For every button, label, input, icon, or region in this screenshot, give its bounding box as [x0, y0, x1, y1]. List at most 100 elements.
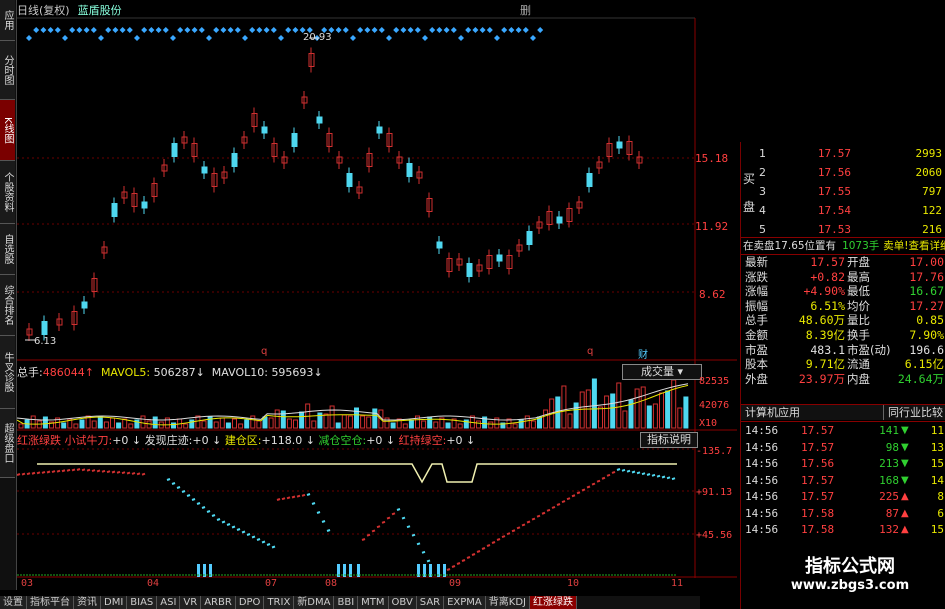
signal-diamond [69, 27, 76, 33]
nav-1[interactable]: 分时图 [0, 41, 15, 100]
kline-chart[interactable] [17, 0, 739, 594]
tick-row: 14:56 17.57 141 ▼ 11 [741, 423, 945, 439]
tab-2[interactable]: 资讯 [74, 596, 101, 609]
quote-value: 24.64万 [897, 371, 944, 386]
tab-9[interactable]: TRIX [264, 596, 295, 609]
signal-diamond [393, 27, 400, 33]
indicator-dash [26, 472, 31, 476]
order-row[interactable]: 4 17.54 122 [741, 201, 945, 220]
nav-6[interactable]: 牛叉诊股 [0, 336, 15, 409]
indicator-item-label: 红持绿空: [398, 434, 447, 447]
industry-link[interactable]: 计算机应用 [745, 405, 800, 420]
tick-volume: 87 [885, 506, 899, 520]
signal-diamond [90, 27, 97, 33]
indicator-tabs: 设置 指标平台 资讯 DMI BIAS ASI VR ARBR DPO TRIX 新DMA BBI MT… [0, 596, 700, 609]
indicator-dash [41, 470, 46, 474]
nav-7[interactable]: 超级盘口 [0, 409, 15, 478]
nav-0[interactable]: 应用 [0, 0, 15, 41]
signal-diamond [458, 35, 464, 41]
indicator-dash [301, 493, 306, 497]
indicator-dash [496, 538, 501, 541]
volume-bar [408, 419, 414, 429]
tab-12[interactable]: MTM [358, 596, 389, 609]
signal-diamond [213, 27, 220, 33]
tab-6[interactable]: VR [180, 596, 202, 609]
tab-0[interactable]: 设置 [0, 596, 27, 609]
quote-row: 总手 48.60万 量比 0.85 [741, 313, 945, 327]
tab-8[interactable]: DPO [235, 596, 265, 609]
volume-bar [232, 418, 237, 429]
order-row[interactable]: 1 17.57 2993 [741, 144, 945, 163]
nav-3[interactable]: 个股资料 [0, 161, 15, 224]
quote-key: 市盈(动) [847, 342, 891, 357]
tab-16[interactable]: 背离KDJ [485, 596, 530, 609]
signal-diamond [220, 27, 227, 33]
tab-15[interactable]: EXPMA [444, 596, 486, 609]
signal-diamond [292, 27, 299, 33]
order-volume: 2060 [915, 166, 943, 179]
volume-bar [591, 378, 597, 429]
peer-compare-link[interactable]: 同行业比较 [883, 405, 943, 420]
indicator-dash [531, 517, 536, 521]
signal-diamond [148, 27, 155, 33]
finance-marker[interactable]: 财 [638, 346, 648, 361]
indicator-item-value: +0 [192, 434, 209, 447]
tick-price: 17.57 [801, 490, 835, 503]
quote-key: 股本 [745, 357, 768, 372]
event-marker[interactable]: q [587, 346, 593, 357]
tick-row: 14:56 17.58 87 ▲ 6 [741, 506, 945, 522]
tab-14[interactable]: SAR [416, 596, 445, 609]
indicator-dash [501, 535, 506, 539]
indicator-item-value: +0 [366, 434, 383, 447]
volume-bar [604, 395, 610, 429]
signal-diamond [357, 27, 364, 33]
tab-17[interactable]: 红涨绿跌 [530, 596, 577, 609]
volume-value: 486044 [42, 366, 85, 379]
candle-body [141, 201, 148, 209]
arrow-down-icon: ▼ [901, 474, 909, 486]
signal-diamond [170, 35, 176, 41]
signal-diamond [26, 35, 32, 41]
quote-value: 17.00 [909, 255, 944, 269]
volume-bar [335, 422, 341, 429]
indicator-dash [376, 525, 381, 529]
buy-side-label: 买 [743, 172, 756, 186]
indicator-dash [591, 482, 596, 486]
indicator-help-button[interactable]: 指标说明 [640, 432, 698, 448]
tab-3[interactable]: DMI [101, 596, 128, 609]
indicator-dash [221, 520, 226, 524]
volume-bar [299, 411, 305, 429]
tick-price: 17.56 [801, 457, 835, 470]
date-tick: 08 [325, 578, 338, 589]
tab-11[interactable]: BBI [334, 596, 359, 609]
order-alert[interactable]: 在卖盘17.65位置有 1073手 卖单!查看详细 [743, 238, 945, 254]
quote-row: 市盈 483.1 市盈(动) 196.6 [741, 343, 945, 357]
signal-diamond [443, 27, 450, 33]
volume-bar [213, 421, 219, 429]
tab-5[interactable]: ASI [157, 596, 181, 609]
signal-diamond [76, 27, 83, 33]
nav-5[interactable]: 综合排名 [0, 275, 15, 336]
signal-diamond [33, 27, 40, 33]
mavol10-value: 595693 [271, 366, 314, 379]
tab-4[interactable]: BIAS [127, 596, 158, 609]
indicator-dash [121, 471, 126, 475]
chevron-down-icon: ▾ [677, 365, 684, 378]
date-tick: 09 [449, 578, 462, 589]
tab-7[interactable]: ARBR [201, 596, 236, 609]
order-row[interactable]: 3 17.55 797 [741, 182, 945, 201]
indicator-dropdown[interactable]: 成交量 ▾ [622, 364, 702, 380]
tick-row: 14:56 17.56 213 ▼ 15 [741, 456, 945, 472]
indicator-dash [406, 525, 411, 529]
tab-10[interactable]: 新DMA [294, 596, 335, 609]
indicator-dash [466, 556, 471, 559]
tick-time: 14:56 [745, 473, 779, 487]
order-row[interactable]: 2 17.56 2060 [741, 163, 945, 182]
alert-link[interactable]: 卖单!查看详细 [883, 240, 945, 252]
nav-4[interactable]: 自选股 [0, 224, 15, 275]
event-marker[interactable]: q [261, 346, 267, 357]
tab-1[interactable]: 指标平台 [27, 596, 74, 609]
nav-2[interactable]: K线图 [0, 100, 15, 161]
tab-13[interactable]: OBV [388, 596, 417, 609]
indicator-dash [571, 494, 576, 498]
